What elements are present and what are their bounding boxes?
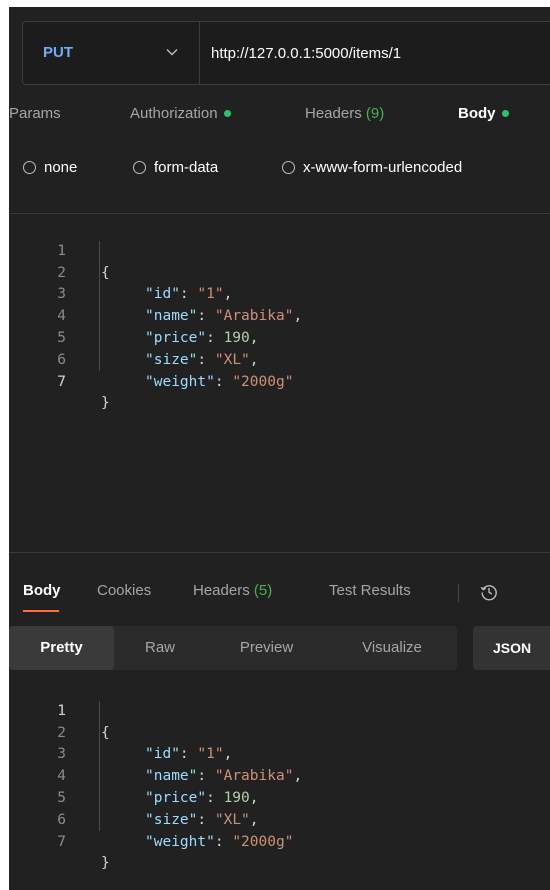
code-line: 6 "weight": "2000g" bbox=[9, 328, 550, 390]
line-number: 7 bbox=[57, 833, 66, 850]
code-line: 6 "weight": "2000g" bbox=[9, 788, 550, 850]
status-dot-icon bbox=[501, 109, 509, 117]
tab-authorization-label: Authorization bbox=[130, 105, 218, 122]
code-line: 5 "size": "XL", bbox=[9, 306, 550, 368]
radio-none-label: none bbox=[44, 159, 78, 176]
response-tab-headers-label: Headers bbox=[193, 582, 250, 599]
radio-form-data-label: form-data bbox=[154, 159, 219, 176]
code-line: 2 "id": "1", bbox=[9, 701, 550, 763]
close-brace: } bbox=[101, 855, 110, 872]
code-line: 4 "price": 190, bbox=[9, 744, 550, 806]
code-line: 3 "name": "Arabika", bbox=[9, 263, 550, 324]
body-type-options: none form-data x-www-form-urlencoded bbox=[9, 159, 550, 183]
response-tab-headers-count: (5) bbox=[253, 582, 273, 599]
code-line: 7 } bbox=[9, 810, 550, 872]
method-label: PUT bbox=[43, 44, 73, 61]
tab-headers[interactable]: Headers (9) bbox=[305, 105, 384, 122]
response-tab-test-results[interactable]: Test Results bbox=[329, 582, 411, 599]
postman-window: PUT Params Authorization Headers (9) Bod… bbox=[9, 7, 550, 890]
radio-circle-icon bbox=[282, 160, 295, 174]
history-icon[interactable] bbox=[479, 582, 499, 602]
json-key: "weight" bbox=[145, 373, 215, 390]
json-value: "2000g" bbox=[232, 833, 294, 850]
radio-x-www-form-urlencoded[interactable]: x-www-form-urlencoded bbox=[282, 159, 462, 176]
chevron-down-icon bbox=[166, 49, 178, 56]
tab-body-label: Body bbox=[458, 105, 496, 122]
format-segmented-control: Pretty Raw Preview Visualize bbox=[9, 626, 457, 670]
radio-none[interactable]: none bbox=[23, 159, 77, 176]
request-tabs: Params Authorization Headers (9) Body bbox=[9, 105, 550, 131]
close-brace: } bbox=[101, 395, 110, 412]
status-dot-icon bbox=[223, 109, 231, 117]
tab-authorization[interactable]: Authorization bbox=[130, 105, 231, 122]
response-tab-body-label: Body bbox=[23, 582, 61, 599]
radio-urlencoded-label: x-www-form-urlencoded bbox=[303, 159, 463, 176]
code-line: 2 "id": "1", bbox=[9, 241, 550, 303]
tab-body[interactable]: Body bbox=[458, 105, 509, 122]
code-line: 3 "name": "Arabika", bbox=[9, 723, 550, 784]
response-tab-test-results-label: Test Results bbox=[329, 582, 411, 599]
format-preview[interactable]: Preview bbox=[206, 626, 327, 670]
json-key: "weight" bbox=[145, 833, 215, 850]
code-line: 1 { bbox=[9, 679, 550, 741]
request-body-editor[interactable]: 1 { 2 "id": "1", 3 "name": "Arabika", 4 … bbox=[9, 219, 550, 412]
response-tab-body[interactable]: Body bbox=[23, 582, 61, 599]
divider bbox=[9, 213, 550, 214]
radio-circle-icon bbox=[23, 160, 36, 174]
line-number: 7 bbox=[57, 373, 66, 390]
code-line: 5 "size": "XL", bbox=[9, 766, 550, 828]
response-body-viewer[interactable]: 1 { 2 "id": "1", 3 "name": "Arabika", 4 … bbox=[9, 679, 550, 872]
response-format-bar: Pretty Raw Preview Visualize JSON bbox=[9, 624, 550, 672]
code-line: 7 } bbox=[9, 350, 550, 412]
code-line: 4 "price": 190, bbox=[9, 284, 550, 346]
json-value: "2000g" bbox=[232, 373, 294, 390]
tab-params[interactable]: Params bbox=[9, 105, 61, 122]
tab-headers-count: (9) bbox=[365, 105, 385, 122]
format-pretty[interactable]: Pretty bbox=[9, 626, 114, 670]
tab-headers-label: Headers bbox=[305, 105, 362, 122]
pane-divider[interactable] bbox=[9, 552, 550, 553]
code-line: 1 { bbox=[9, 219, 550, 281]
radio-form-data[interactable]: form-data bbox=[133, 159, 218, 176]
response-tab-cookies[interactable]: Cookies bbox=[97, 582, 151, 599]
active-tab-indicator bbox=[23, 610, 59, 612]
format-raw[interactable]: Raw bbox=[114, 626, 206, 670]
url-input[interactable] bbox=[211, 42, 550, 64]
method-select[interactable]: PUT bbox=[23, 22, 200, 84]
divider bbox=[458, 584, 459, 602]
radio-circle-icon bbox=[133, 160, 146, 174]
response-tabs: Body Cookies Headers (5) Test Results bbox=[9, 582, 550, 622]
tab-params-label: Params bbox=[9, 105, 61, 122]
format-visualize[interactable]: Visualize bbox=[327, 626, 457, 670]
language-select[interactable]: JSON bbox=[473, 626, 550, 670]
url-bar: PUT bbox=[22, 21, 550, 85]
response-tab-headers[interactable]: Headers (5) bbox=[193, 582, 272, 599]
response-tab-cookies-label: Cookies bbox=[97, 582, 152, 599]
